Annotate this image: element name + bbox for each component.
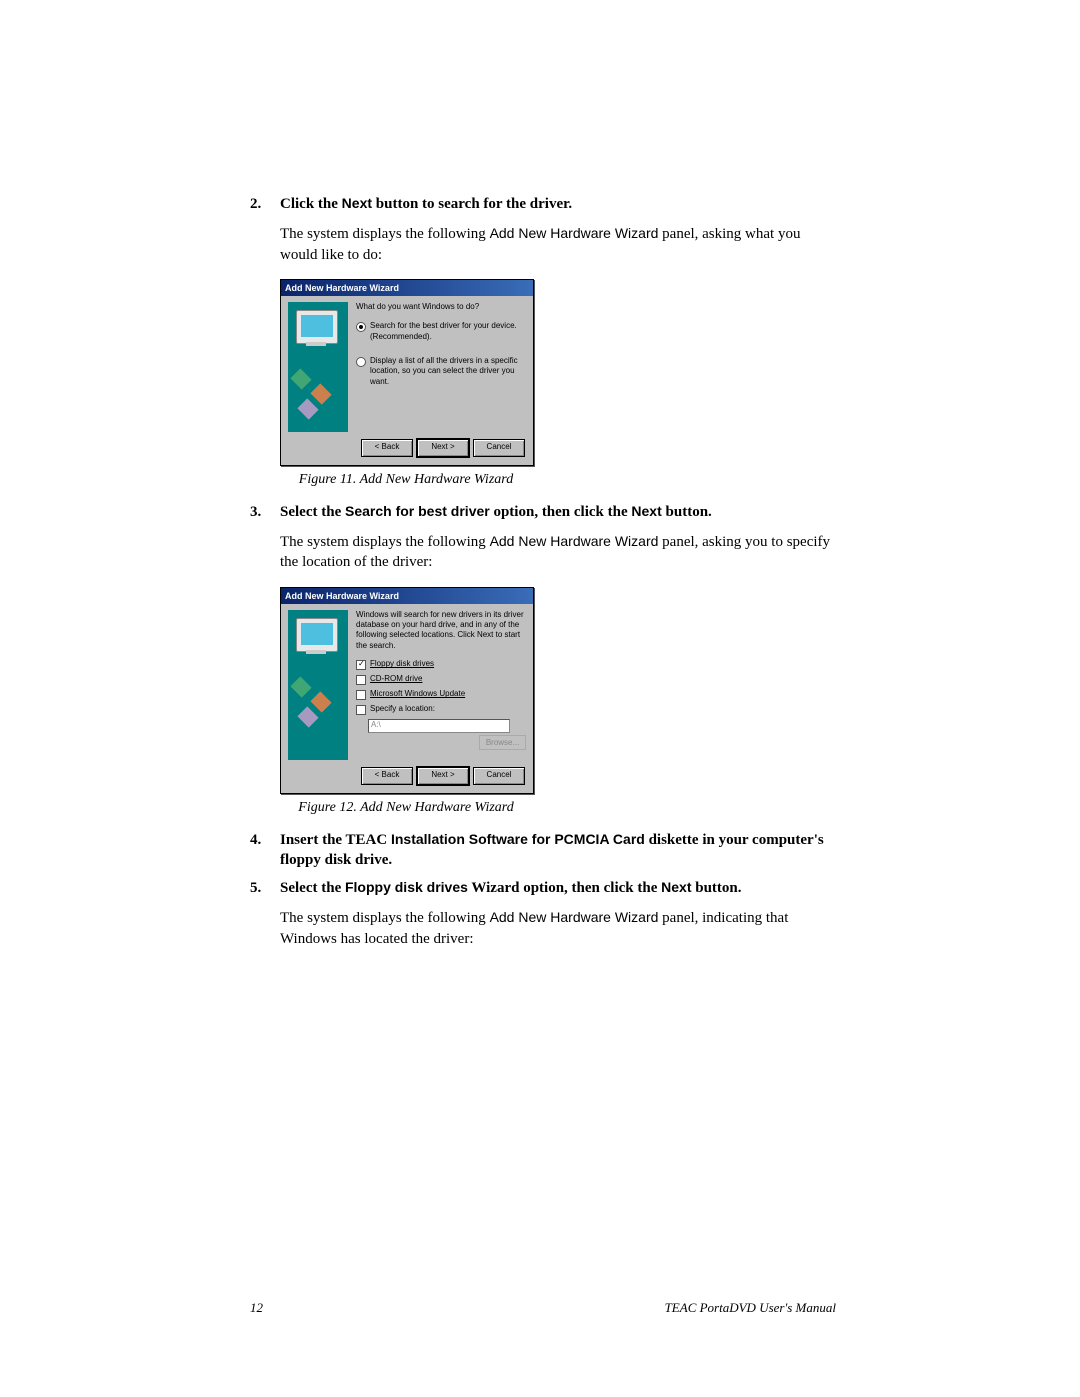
page-footer: 12 TEAC PortaDVD User's Manual bbox=[250, 1299, 836, 1317]
figure-11: Add New Hardware Wizard What do you want… bbox=[280, 279, 836, 466]
back-button[interactable]: < Back bbox=[361, 767, 413, 785]
monitor-icon bbox=[296, 310, 338, 344]
monitor-icon bbox=[296, 618, 338, 652]
cancel-button[interactable]: Cancel bbox=[473, 767, 525, 785]
browse-button: Browse... bbox=[479, 735, 526, 750]
hardware-wizard-dialog-2: Add New Hardware Wizard Windows will sea… bbox=[280, 587, 534, 794]
step-3: 3. Select the Search for best driver opt… bbox=[250, 502, 836, 818]
radio-display-list[interactable]: Display a list of all the drivers in a s… bbox=[356, 353, 526, 390]
dialog-title: Add New Hardware Wizard bbox=[281, 588, 533, 604]
step-number: 2. bbox=[250, 194, 261, 214]
step-2: 2. Click the Next button to search for t… bbox=[250, 194, 836, 490]
radio-search-best-driver[interactable]: Search for the best driver for your devi… bbox=[356, 318, 526, 345]
figure-12: Add New Hardware Wizard Windows will sea… bbox=[280, 587, 836, 794]
check-windows-update[interactable]: Microsoft Windows Update bbox=[356, 687, 526, 702]
doc-title: TEAC PortaDVD User's Manual bbox=[665, 1299, 836, 1317]
step-body: The system displays the following Add Ne… bbox=[280, 224, 836, 265]
next-button[interactable]: Next > bbox=[417, 439, 469, 457]
figure-12-caption: Figure 12. Add New Hardware Wizard bbox=[280, 799, 532, 818]
check-floppy[interactable]: Floppy disk drives bbox=[356, 657, 526, 672]
wizard-sidebar-graphic bbox=[288, 610, 348, 760]
step-number: 3. bbox=[250, 502, 261, 522]
dialog-prompt: What do you want Windows to do? bbox=[356, 302, 526, 312]
back-button[interactable]: < Back bbox=[361, 439, 413, 457]
step-body: The system displays the following Add Ne… bbox=[280, 908, 836, 949]
step-number: 5. bbox=[250, 878, 261, 898]
step-lead: Click the Next button to search for the … bbox=[280, 196, 572, 212]
check-cdrom[interactable]: CD-ROM drive bbox=[356, 672, 526, 687]
checkbox-icon bbox=[356, 705, 366, 715]
step-number: 4. bbox=[250, 830, 261, 850]
instruction-list: 2. Click the Next button to search for t… bbox=[250, 194, 836, 949]
step-lead: Insert the TEAC Installation Software fo… bbox=[280, 832, 824, 868]
location-input[interactable]: A:\ bbox=[368, 719, 510, 733]
figure-11-caption: Figure 11. Add New Hardware Wizard bbox=[280, 471, 532, 490]
step-lead: Select the Floppy disk drives Wizard opt… bbox=[280, 880, 742, 896]
dialog-title: Add New Hardware Wizard bbox=[281, 280, 533, 296]
next-button[interactable]: Next > bbox=[417, 767, 469, 785]
radio-icon bbox=[356, 357, 366, 367]
dialog-prompt: Windows will search for new drivers in i… bbox=[356, 610, 526, 652]
step-body: The system displays the following Add Ne… bbox=[280, 532, 836, 573]
page-number: 12 bbox=[250, 1299, 263, 1317]
check-specify-location[interactable]: Specify a location: bbox=[356, 702, 526, 717]
step-4: 4. Insert the TEAC Installation Software… bbox=[250, 830, 836, 871]
step-5: 5. Select the Floppy disk drives Wizard … bbox=[250, 878, 836, 949]
checkbox-icon bbox=[356, 660, 366, 670]
wizard-sidebar-graphic bbox=[288, 302, 348, 432]
cancel-button[interactable]: Cancel bbox=[473, 439, 525, 457]
manual-page: 2. Click the Next button to search for t… bbox=[0, 0, 1080, 1397]
hardware-wizard-dialog-1: Add New Hardware Wizard What do you want… bbox=[280, 279, 534, 466]
radio-icon bbox=[356, 322, 366, 332]
checkbox-icon bbox=[356, 690, 366, 700]
checkbox-icon bbox=[356, 675, 366, 685]
step-lead: Select the Search for best driver option… bbox=[280, 504, 712, 520]
